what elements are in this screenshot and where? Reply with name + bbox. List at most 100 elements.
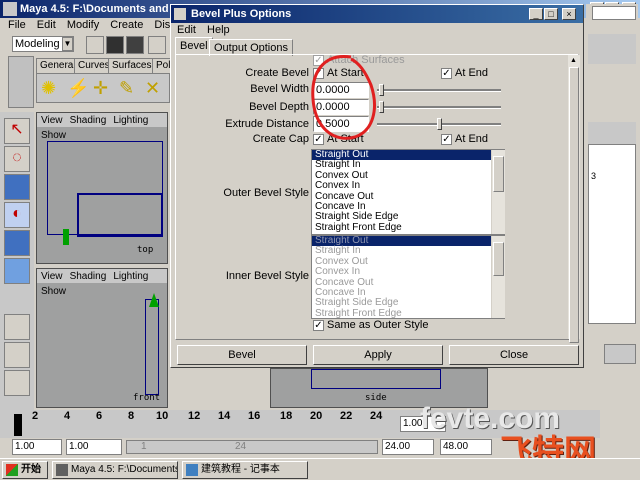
create-cap-label: Create Cap <box>252 133 309 145</box>
tick-label: 12 <box>188 410 201 422</box>
vp-front-lighting-menu[interactable]: Lighting <box>113 271 148 282</box>
top-axis-icon <box>63 229 69 245</box>
start-button[interactable]: 开始 <box>2 461 48 479</box>
bevel-at-end-checkbox[interactable]: ✓ <box>441 68 452 79</box>
range-bar[interactable]: 1 24 <box>126 440 378 454</box>
vp-top-lighting-menu[interactable]: Lighting <box>113 115 148 126</box>
outer-style-scrollbar[interactable] <box>491 150 505 234</box>
dialog-title: Bevel Plus Options <box>191 8 292 20</box>
maya-menu-edit[interactable]: Edit <box>37 19 56 31</box>
manipulator-tool-icon[interactable] <box>4 258 30 284</box>
tick-label: 2 <box>32 410 39 422</box>
taskbar-item-maya[interactable]: Maya 4.5: F:\Documents... <box>52 461 178 479</box>
dialog-app-icon <box>174 8 186 20</box>
outer-style-scroll-thumb[interactable] <box>493 156 504 192</box>
maya-menu-file[interactable]: File <box>8 19 26 31</box>
inner-style-scrollbar[interactable] <box>491 236 505 318</box>
dialog-scrollbar[interactable]: ▲ <box>567 55 580 343</box>
windows-logo-icon <box>6 464 18 476</box>
vp-top-show-menu[interactable]: Show <box>41 130 66 141</box>
inner-style-option[interactable]: Straight Front Edge <box>312 308 504 318</box>
scroll-thumb[interactable] <box>569 67 579 343</box>
apply-button[interactable]: Apply <box>313 345 443 365</box>
inner-style-option[interactable]: Convex In <box>312 266 504 277</box>
dialog-menu-help[interactable]: Help <box>207 24 230 36</box>
red-annotation-circle <box>311 55 376 140</box>
new-scene-icon[interactable] <box>86 36 104 54</box>
right-panels: 3 <box>586 4 638 404</box>
mode-dropdown-icon[interactable]: ▼ <box>62 37 73 51</box>
open-scene-icon[interactable] <box>106 36 124 54</box>
maya-app-icon <box>3 2 17 16</box>
vp-top-shading-menu[interactable]: Shading <box>70 115 107 126</box>
front-manipulator-icon <box>149 293 159 307</box>
shelf-tab-general-label: General <box>40 60 76 71</box>
channel-box-value: 3 <box>591 171 597 181</box>
vp-top-view-menu[interactable]: View <box>41 115 63 126</box>
channel-box-header[interactable] <box>588 122 636 144</box>
select-tool-icon[interactable]: ↖ <box>4 118 30 144</box>
lasso-tool-icon[interactable]: ◌ <box>4 146 30 172</box>
same-as-outer-checkbox[interactable]: ✓ <box>313 320 324 331</box>
maya-menu-create[interactable]: Create <box>110 19 143 31</box>
rotate-tool-icon[interactable]: ◐ <box>4 202 30 228</box>
range-inner-start-field[interactable]: 1.00 <box>66 439 122 455</box>
viewport-front[interactable]: View Shading Lighting Show front <box>36 268 168 408</box>
taskbar-item-notepad[interactable]: 建筑教程 - 记事本 <box>182 461 308 479</box>
cap-at-end-checkbox[interactable]: ✓ <box>441 134 452 145</box>
outer-bevel-style-list[interactable]: Straight Out Straight In Convex Out Conv… <box>311 149 505 235</box>
tick-label: 24 <box>370 410 383 422</box>
vp-front-shading-menu[interactable]: Shading <box>70 271 107 282</box>
dialog-title-bar[interactable]: Bevel Plus Options <box>171 5 583 23</box>
viewport-side-label: side <box>365 393 387 403</box>
ambient-light-icon[interactable]: ✺ <box>41 78 56 98</box>
inner-bevel-style-list[interactable]: Straight Out Straight In Convex Out Conv… <box>311 235 505 319</box>
vp-front-view-menu[interactable]: View <box>41 271 63 282</box>
right-window-controls[interactable] <box>592 6 636 20</box>
layer-editor-icon[interactable] <box>604 344 636 364</box>
range-end-field[interactable]: 24.00 <box>382 439 434 455</box>
area-light-icon[interactable]: ✕ <box>145 78 160 98</box>
shelf-tab-surfaces[interactable]: Surfaces <box>108 58 156 73</box>
dialog-minimize-icon[interactable]: _ <box>529 8 543 20</box>
dialog-close-icon[interactable]: × <box>562 8 576 20</box>
viewport-top-label: top <box>137 245 154 255</box>
scale-tool-icon[interactable] <box>4 230 30 256</box>
viewport-top[interactable]: View Shading Lighting Show top <box>36 112 168 264</box>
directional-light-icon[interactable]: ⚡ <box>67 78 89 98</box>
outer-style-option[interactable]: Convex In <box>312 180 504 191</box>
dialog-menu-edit[interactable]: Edit <box>177 24 196 36</box>
bevel-button[interactable]: Bevel <box>177 345 307 365</box>
outliner-layout-icon[interactable] <box>4 370 30 396</box>
range-start-field[interactable]: 1.00 <box>12 439 62 455</box>
close-button[interactable]: Close <box>449 345 579 365</box>
toolbox: ↖ ◌ ◐ <box>0 112 34 412</box>
bevel-width-slider[interactable] <box>377 89 501 92</box>
tab-bevel-label: Bevel <box>180 40 208 52</box>
maya-menu-modify[interactable]: Modify <box>67 19 99 31</box>
save-scene-icon[interactable] <box>126 36 144 54</box>
point-light-icon[interactable]: ✛ <box>93 78 108 98</box>
anim-end-value: 48.00 <box>443 441 469 452</box>
right-toolbar[interactable] <box>588 34 636 64</box>
spot-light-icon[interactable]: ✎ <box>119 78 134 98</box>
bevel-depth-label: Bevel Depth <box>249 101 309 113</box>
shelf-menu-icon[interactable] <box>8 56 34 108</box>
four-pane-layout-icon[interactable] <box>4 342 30 368</box>
move-tool-icon[interactable] <box>4 174 30 200</box>
anim-end-field[interactable]: 48.00 <box>440 439 492 455</box>
vp-front-show-menu[interactable]: Show <box>41 286 66 297</box>
channel-box[interactable]: 3 <box>588 144 636 324</box>
scroll-up-icon[interactable]: ▲ <box>570 57 577 64</box>
front-object-outline <box>145 299 159 395</box>
dialog-menu-bar: Edit Help <box>177 24 230 36</box>
selection-mask-icon[interactable] <box>148 36 166 54</box>
single-pane-layout-icon[interactable] <box>4 314 30 340</box>
shelf-tab-curves-label: Curves <box>78 60 110 71</box>
taskbar: 开始 Maya 4.5: F:\Documents... 建筑教程 - 记事本 <box>0 458 640 480</box>
bevel-depth-slider[interactable] <box>377 106 501 109</box>
extrude-distance-slider-thumb[interactable] <box>437 118 442 130</box>
inner-style-scroll-thumb[interactable] <box>493 242 504 276</box>
dialog-maximize-icon[interactable]: □ <box>544 8 558 20</box>
outer-style-option[interactable]: Straight Front Edge <box>312 222 504 233</box>
